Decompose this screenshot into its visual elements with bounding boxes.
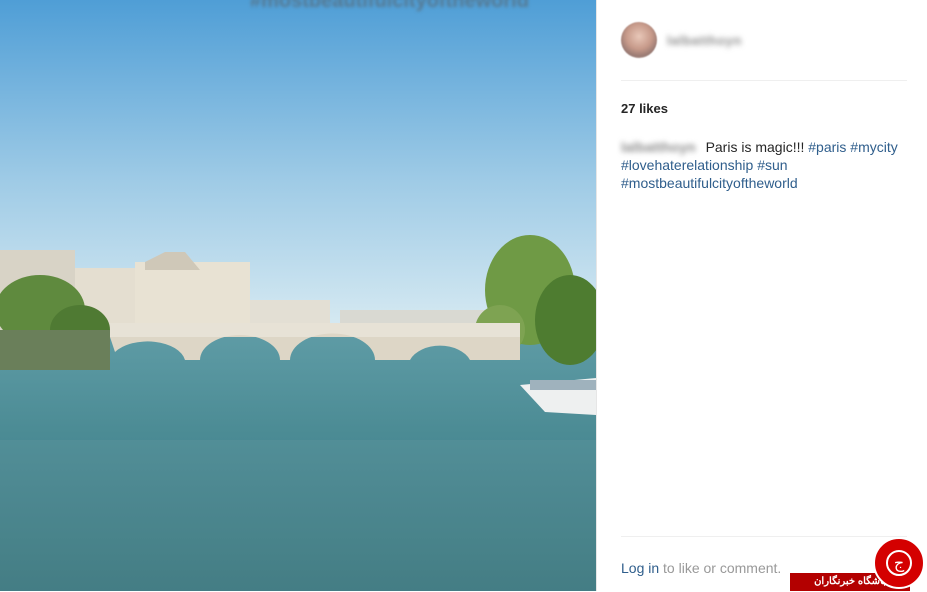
- likes-count[interactable]: 27 likes: [621, 101, 668, 116]
- news-agency-logo-icon: ج: [873, 537, 925, 589]
- post-header: lalbatthoyn: [621, 18, 907, 81]
- username-link[interactable]: lalbatthoyn: [667, 33, 742, 48]
- login-prompt: Log in to like or comment.: [621, 560, 781, 576]
- post-caption: lalbatthoyn Paris is magic!!! #paris #my…: [621, 138, 911, 192]
- post-photo: #mostbeautifulcityoftheworld: [0, 0, 596, 591]
- login-suffix: to like or comment.: [663, 560, 782, 576]
- hashtag-lovehaterelationship[interactable]: #lovehaterelationship: [621, 157, 753, 173]
- profile-avatar[interactable]: [621, 22, 657, 58]
- hashtag-mycity[interactable]: #mycity: [850, 139, 897, 155]
- watermark-logo-glyph: ج: [894, 553, 905, 573]
- top-overlay-text: #mostbeautifulcityoftheworld: [250, 0, 529, 12]
- news-agency-watermark: باشگاه خبرنگاران ج: [790, 535, 927, 591]
- login-link[interactable]: Log in: [621, 560, 659, 576]
- caption-username[interactable]: lalbatthoyn: [621, 139, 696, 155]
- post-details-panel: lalbatthoyn 27 likes lalbatthoyn Paris i…: [596, 0, 927, 591]
- hashtag-paris[interactable]: #paris: [808, 139, 846, 155]
- caption-text: Paris is magic!!!: [705, 139, 805, 155]
- hashtag-mostbeautifulcityoftheworld[interactable]: #mostbeautifulcityoftheworld: [621, 175, 798, 191]
- hashtag-sun[interactable]: #sun: [757, 157, 787, 173]
- paris-seine-photo: [0, 0, 596, 591]
